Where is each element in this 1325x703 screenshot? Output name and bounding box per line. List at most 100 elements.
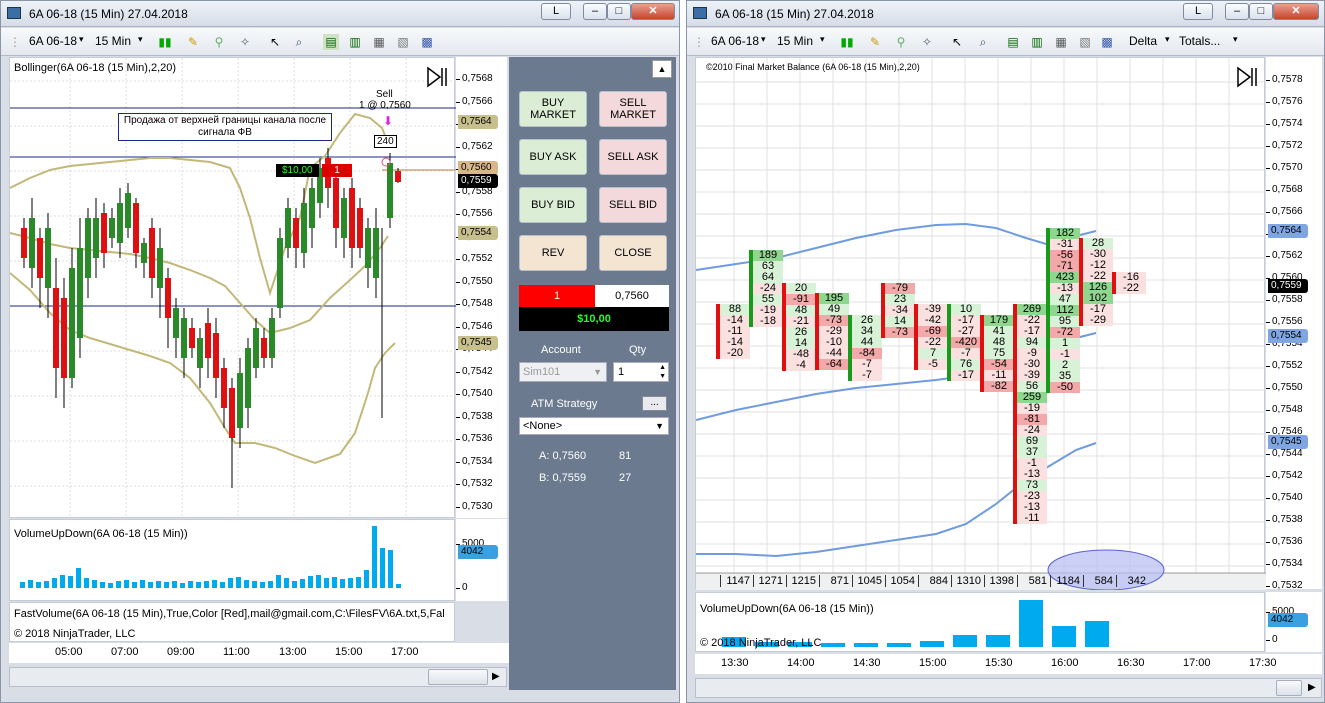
sell-market-button[interactable]: SELL MARKET [599,91,667,127]
account-dropdown-icon: ▼ [593,367,602,377]
pnl-box: $10,00 [519,307,669,331]
account-select[interactable]: Sim101 ▼ [519,362,607,382]
left-horizontal-scrollbar[interactable]: ▶ [9,667,507,687]
right-price-tick: 0,7568 [1266,184,1303,195]
qty-input[interactable]: 1 ▲ ▼ [613,362,669,382]
strategies-icon[interactable]: ▥ [347,34,363,50]
position-pnl-badge: $10,00 [276,164,319,177]
instrument-selector[interactable]: 6A 06-18 [29,34,77,48]
zoom-icon-right[interactable]: ⚲ [893,34,909,50]
sell-arrow-icon: ⬇ [383,114,394,128]
sell-bid-button[interactable]: SELL BID [599,187,667,223]
bar-style-icon[interactable]: ▮▮ [157,34,173,50]
buy-market-button[interactable]: BUY MARKET [519,91,587,127]
close-window-button-right[interactable]: ✕ [1273,3,1319,20]
atm-options-button[interactable]: ... [642,396,667,411]
maximize-button[interactable]: □ [607,3,631,20]
left-scroll-thumb[interactable] [428,669,488,685]
instrument-selector-right[interactable]: 6A 06-18 [711,34,759,48]
right-price-tick: 0,7566 [1266,206,1303,217]
panel-collapse-button[interactable]: ▲ [652,60,672,78]
right-price-tick: 0,7574 [1266,118,1303,129]
buy-ask-button[interactable]: BUY ASK [519,139,587,175]
footprint-cell: -4 [786,360,816,371]
delta-menu[interactable]: Delta [1129,34,1157,48]
trade-annotation[interactable]: Продажа от верхней границы канала после … [118,113,332,141]
close-window-button[interactable]: ✕ [631,3,675,20]
minimize-button[interactable]: – [583,3,607,20]
right-price-tick: 0,7578 [1266,74,1303,85]
footprint-bar-body [782,283,786,371]
footprint-cell: -17 [951,370,981,381]
pointer-icon-right[interactable]: ↖ [949,34,965,50]
interval-selector-right[interactable]: 15 Min [777,34,813,48]
left-title-bar[interactable]: 6A 06-18 (15 Min) 27.04.2018 L – □ ✕ [1,1,679,27]
right-price-tick: 0,7536 [1266,536,1303,547]
scroll-right-arrow-icon-right[interactable]: ▶ [1308,682,1316,693]
pencil-icon-right[interactable]: ✎ [867,34,883,50]
restore-layout-button[interactable]: L [541,3,571,20]
strategies-icon-right[interactable]: ▥ [1029,34,1045,50]
right-volume-panel[interactable]: VolumeUpDown(6A 06-18 (15 Min)) © 2018 N… [695,592,1265,652]
indicators-icon[interactable]: ▤ [323,34,339,50]
left-price-panel[interactable]: Bollinger(6A 06-18 (15 Min),2,20) Продаж… [9,57,456,519]
left-time-label: 17:00 [391,646,419,658]
right-price-panel[interactable]: ©2010 Final Market Balance (6A 06-18 (15… [695,57,1266,590]
properties-icon-right[interactable]: ▩ [1099,34,1115,50]
left-price-tick: 0,7566 [456,95,493,107]
right-copyright: © 2018 NinjaTrader, LLC [700,637,822,649]
left-price-axis[interactable]: 0,75680,75660,75640,75620,75600,75580,75… [456,57,507,518]
right-price-tick: 0,7542 [1266,470,1303,481]
left-time-axis[interactable]: 05:00 07:00 09:00 11:00 13:00 15:00 17:00 [9,643,509,663]
qty-spinner-icon[interactable]: ▲ ▼ [659,363,666,381]
pencil-icon[interactable]: ✎ [185,34,201,50]
buy-bid-button[interactable]: BUY BID [519,187,587,223]
footprint-cell: -29 [1083,315,1113,326]
wrench-icon[interactable]: ✧ [237,34,253,50]
right-title-bar[interactable]: 6A 06-18 (15 Min) 27.04.2018 L – □ ✕ [687,1,1324,27]
reverse-button[interactable]: REV [519,235,587,271]
maximize-button-right[interactable]: □ [1249,3,1273,20]
right-price-axis[interactable]: 0,7578 0,7576 0,7574 0,7572 0,7570 0,7568 0,75… [1266,57,1322,591]
magnify-icon[interactable]: ⌕ [291,34,307,50]
right-time-axis[interactable]: 13:30 14:00 14:30 15:00 15:30 16:00 16:30 17:00… [695,654,1322,674]
left-price-tick: 0,7532 [456,478,493,489]
atm-strategy-select[interactable]: <None> ▼ [519,417,669,435]
right-scroll-thumb[interactable] [1276,680,1302,696]
minimize-button-right[interactable]: – [1225,3,1249,20]
close-position-button[interactable]: CLOSE [599,235,667,271]
right-time-label: 13:30 [721,657,749,669]
right-time-label: 16:30 [1117,657,1145,669]
scroll-right-arrow-icon[interactable]: ▶ [492,671,500,682]
indicators-icon-right[interactable]: ▤ [1005,34,1021,50]
fmb-label: ©2010 Final Market Balance (6A 06-18 (15… [706,62,920,72]
totals-menu[interactable]: Totals... [1179,34,1220,48]
zoom-icon[interactable]: ⚲ [211,34,227,50]
wrench-icon-right[interactable]: ✧ [919,34,935,50]
bar-style-icon-right[interactable]: ▮▮ [839,34,855,50]
magnify-icon-right[interactable]: ⌕ [975,34,991,50]
left-volume-panel[interactable]: VolumeUpDown(6A 06-18 (15 Min)) [9,519,455,601]
data-box-icon[interactable]: ▧ [395,34,411,50]
right-horizontal-scrollbar[interactable]: ▶ [695,678,1322,698]
left-volume-label: VolumeUpDown(6A 06-18 (15 Min)) [14,528,188,540]
chart-trader-icon-right[interactable]: ▦ [1053,34,1069,50]
restore-layout-button-right[interactable]: L [1183,3,1213,20]
interval-selector[interactable]: 15 Min [95,34,131,48]
account-label: Account [541,344,581,356]
left-volume-tag: 4042 [458,545,498,559]
left-price-tick: 0,7540 [456,388,493,399]
pointer-icon[interactable]: ↖ [267,34,283,50]
right-price-tick: 0,7540 [1266,492,1303,503]
bar-total: 342 [1116,575,1148,587]
sell-ask-button[interactable]: SELL ASK [599,139,667,175]
atm-dropdown-icon: ▼ [655,421,664,431]
properties-icon[interactable]: ▩ [419,34,435,50]
grip-icon: ⋮ [9,35,21,49]
left-price-tag: 0,7564 [458,115,498,129]
fastvolume-panel[interactable]: FastVolume(6A 06-18 (15 Min),True,Color … [9,602,455,642]
position-qty-badge[interactable]: 1 [322,164,352,177]
data-box-icon-right[interactable]: ▧ [1077,34,1093,50]
fastvolume-label: FastVolume(6A 06-18 (15 Min),True,Color … [14,608,445,620]
chart-trader-icon[interactable]: ▦ [371,34,387,50]
